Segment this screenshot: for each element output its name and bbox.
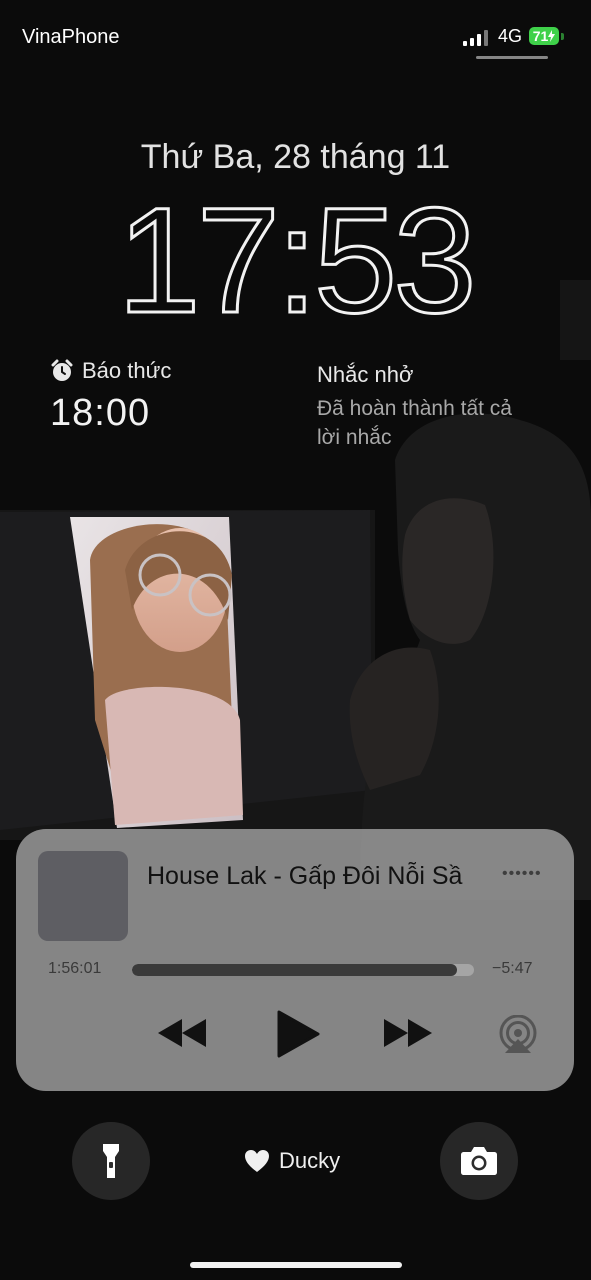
cellular-signal-icon: [463, 30, 488, 46]
airplay-icon[interactable]: [497, 1015, 539, 1055]
camera-button[interactable]: [440, 1122, 518, 1200]
carrier-name: VinaPhone: [22, 26, 120, 48]
flashlight-icon: [103, 1144, 119, 1178]
playback-progress-fill: [132, 964, 457, 976]
alarm-label: Báo thức: [82, 358, 172, 383]
battery-indicator: 71: [529, 27, 559, 45]
alarm-time: 18:00: [50, 392, 151, 434]
lock-screen-date: Thứ Ba, 28 tháng 11: [140, 138, 451, 176]
home-indicator[interactable]: [190, 1262, 402, 1268]
lock-screen-time: 17:53: [116, 190, 478, 325]
alarm-widget[interactable]: Báo thức 18:00: [50, 358, 171, 435]
charging-bolt-icon: [548, 30, 556, 42]
elapsed-time: 1:56:01: [48, 960, 102, 977]
battery-level: 71: [532, 28, 549, 44]
reminders-widget[interactable]: Nhắc nhở Đã hoàn thành tất cả lời nhắc: [317, 362, 557, 452]
focus-mode-indicator[interactable]: Ducky: [244, 1148, 340, 1174]
play-icon[interactable]: [275, 1009, 321, 1059]
more-options-icon[interactable]: ••••••: [502, 865, 542, 883]
now-playing-widget[interactable]: House Lak - Gấp Đôi Nỗi Sầ •••••• 1:56:0…: [16, 829, 574, 1091]
reminders-status-line2: lời nhắc: [317, 426, 392, 449]
heart-icon: [245, 1150, 269, 1172]
status-bar: VinaPhone 4G 71: [0, 0, 591, 70]
svg-text:17:53: 17:53: [117, 190, 472, 325]
playback-scrubber[interactable]: [132, 964, 474, 976]
remaining-time: −5:47: [492, 960, 533, 977]
track-title: House Lak - Gấp Đôi Nỗi Sầ: [147, 862, 463, 890]
control-center-grabber[interactable]: [476, 56, 548, 59]
fast-forward-icon[interactable]: [382, 1017, 434, 1049]
flashlight-button[interactable]: [72, 1122, 150, 1200]
reminders-title: Nhắc nhở: [317, 362, 414, 387]
battery-cap: [561, 33, 564, 40]
rewind-icon[interactable]: [156, 1017, 208, 1049]
reminders-status-line1: Đã hoàn thành tất cả: [317, 397, 512, 420]
album-artwork[interactable]: [38, 851, 128, 941]
alarm-clock-icon: [51, 359, 73, 381]
camera-icon: [461, 1147, 497, 1175]
focus-mode-label: Ducky: [279, 1148, 341, 1173]
network-type: 4G: [498, 26, 523, 46]
